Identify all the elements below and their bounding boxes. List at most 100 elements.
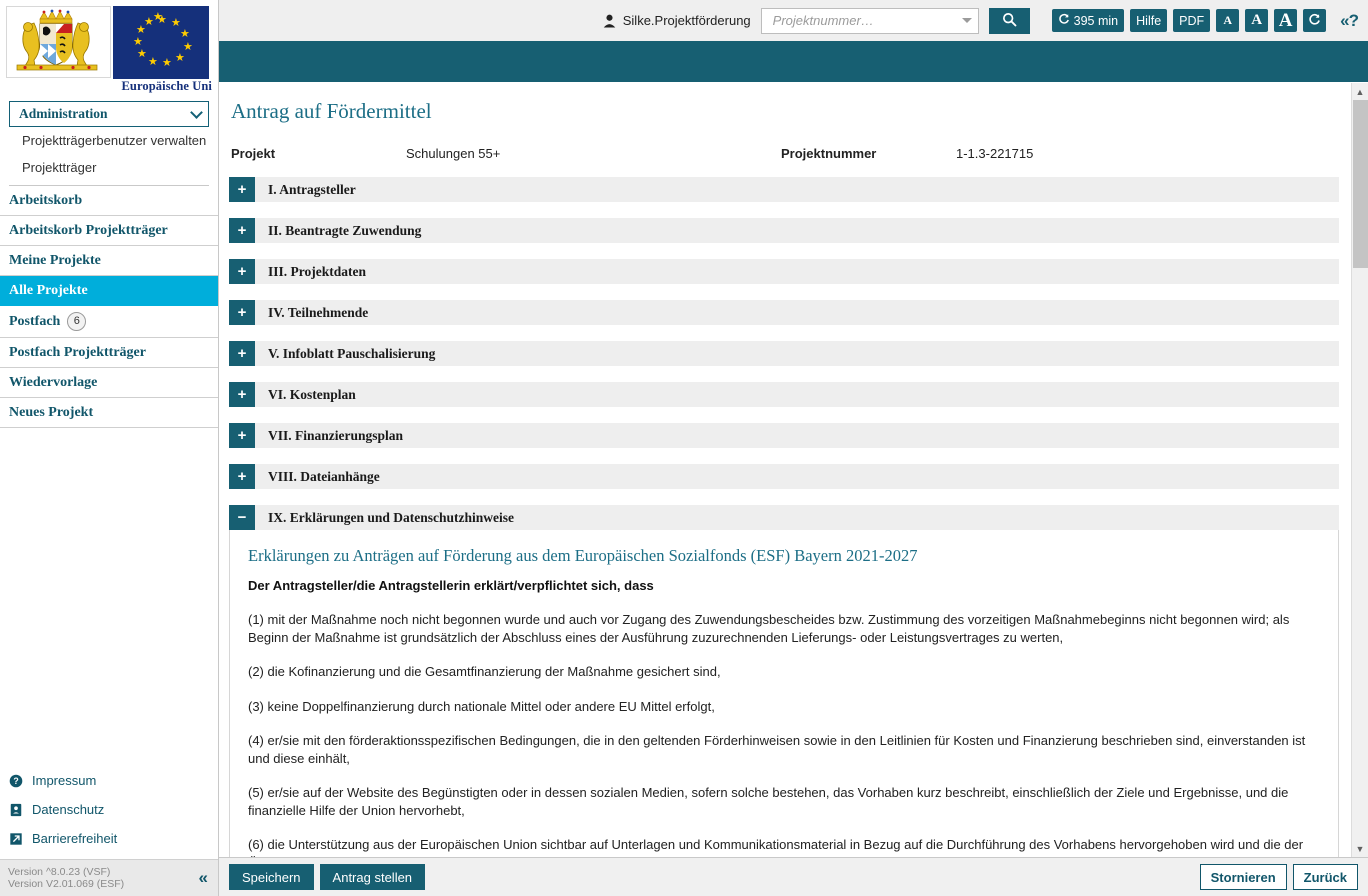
cancel-button[interactable]: Stornieren [1199,864,1287,890]
expand-icon[interactable]: + [229,218,255,243]
expand-icon[interactable]: + [229,259,255,284]
sidebar-item-neues-projekt[interactable]: Neues Projekt [0,398,218,428]
expand-icon[interactable]: + [229,300,255,325]
accordion-section-title: II. Beantragte Zuwendung [268,222,422,238]
eu-caption: Europäische Uni [121,79,212,93]
administration-select[interactable]: Administration [9,101,209,127]
font-size-small-label: A [1223,13,1232,27]
postfach-count-badge: 6 [67,312,87,331]
sidebar-item-label: Alle Projekte [9,283,88,298]
user-menu[interactable]: Silke.Projektförderung [603,13,751,28]
scrollbar-thumb[interactable] [1352,100,1368,268]
pdf-button[interactable]: PDF [1173,9,1211,32]
sidebar-item-arbeitskorb[interactable]: Arbeitskorb [0,186,218,216]
search-button[interactable] [988,7,1030,34]
accordion-section-iii[interactable]: + III. Projektdaten [229,259,1339,284]
sidebar-subitem-projekttraegerbenutzer[interactable]: Projektträgerbenutzer verwalten [0,127,218,154]
scroll-up-arrow-icon[interactable]: ▲ [1351,83,1368,100]
font-size-small-button[interactable]: A [1216,9,1240,32]
sidebar-item-meine-projekte[interactable]: Meine Projekte [0,246,218,276]
content-area: Antrag auf Fördermittel Projekt Schulung… [219,82,1368,857]
accordion-section-ii[interactable]: + II. Beantragte Zuwendung [229,218,1339,243]
reload-button[interactable] [1303,9,1327,32]
collapse-icon[interactable]: − [229,505,255,530]
accordion-section-ix-body: Erklärungen zu Anträgen auf Förderung au… [229,530,1339,857]
svg-text:?: ? [13,776,18,786]
save-button[interactable]: Speichern [229,864,314,890]
projektnummer-value: 1-1.3-221715 [956,146,1034,161]
expand-icon[interactable]: + [229,423,255,448]
declaration-paragraph: (6) die Unterstützung aus der Europäisch… [248,837,1304,857]
help-collapse-icon[interactable]: «? [1340,11,1359,31]
administration-select-label: Administration [19,106,108,121]
expand-icon[interactable]: + [229,464,255,489]
declaration-paragraph: (4) er/sie mit den förderaktionsspezifis… [248,733,1306,766]
search-icon [1002,12,1017,30]
project-meta-row: Projekt Schulungen 55+ Projektnummer 1-1… [229,146,1339,161]
sidebar-item-label: Postfach Projektträger [9,345,146,360]
font-size-medium-button[interactable]: A [1245,9,1269,32]
sidebar-item-label: Wiedervorlage [9,375,98,390]
session-timer-label: 395 min [1073,13,1119,28]
primary-actions: Speichern Antrag stellen [229,864,426,890]
version-text: Version ^8.0.23 (VSF) Version V2.01.069 … [8,866,124,890]
vertical-scrollbar[interactable]: ▲ ▼ [1351,83,1368,857]
accordion-section-title: V. Infoblatt Pauschalisierung [268,345,436,361]
accordion-section-vii[interactable]: + VII. Finanzierungsplan [229,423,1339,448]
id-card-icon [9,803,23,817]
user-icon [603,14,617,28]
sidebar-item-arbeitskorb-projekttraeger[interactable]: Arbeitskorb Projektträger [0,216,218,246]
accordion-section-title: VIII. Dateianhänge [268,468,380,484]
accordion-section-title: IX. Erklärungen und Datenschutzhinweise [268,509,515,525]
accordion-section-v[interactable]: + V. Infoblatt Pauschalisierung [229,341,1339,366]
sidebar-item-wiedervorlage[interactable]: Wiedervorlage [0,368,218,398]
sidebar-collapse-icon[interactable]: « [199,869,208,886]
search-field-wrapper[interactable] [760,7,979,34]
sidebar-item-label: Arbeitskorb [9,193,83,208]
submit-application-button[interactable]: Antrag stellen [319,864,426,890]
accordion-section-ix[interactable]: − IX. Erklärungen und Datenschutzhinweis… [229,505,1339,530]
expand-icon[interactable]: + [229,177,255,202]
declaration-paragraph: (1) mit der Maßnahme noch nicht begonnen… [248,612,1290,645]
search-input[interactable] [770,8,958,33]
secondary-actions: Stornieren Zurück [1199,864,1358,890]
expand-icon[interactable]: + [229,382,255,407]
sidebar-item-postfach-projekttraeger[interactable]: Postfach Projektträger [0,338,218,368]
session-timer-button[interactable]: 395 min [1051,9,1125,32]
scroll-down-arrow-icon[interactable]: ▼ [1351,840,1368,857]
expand-icon[interactable]: + [229,341,255,366]
scrollbar-track[interactable] [1352,100,1368,840]
sidebar-subitem-projekttraeger[interactable]: Projektträger [0,154,218,181]
main-area: Silke.Projektförderung 395 min Hilfe [219,0,1368,896]
version-line-esf: Version V2.01.069 (ESF) [8,878,125,890]
accordion-section-i[interactable]: + I. Antragsteller [229,177,1339,202]
back-button[interactable]: Zurück [1292,864,1358,890]
accordion-section-vi[interactable]: + VI. Kostenplan [229,382,1339,407]
chevron-down-icon [190,105,203,119]
accordion-section-title: I. Antragsteller [268,181,356,197]
accordion-section-iv[interactable]: + IV. Teilnehmende [229,300,1339,325]
accordion-section-viii[interactable]: + VIII. Dateianhänge [229,464,1339,489]
refresh-icon [1308,13,1321,29]
help-button[interactable]: Hilfe [1130,9,1168,32]
bavaria-coat-of-arms-icon [6,6,111,78]
sidebar-item-postfach[interactable]: Postfach 6 [0,306,218,338]
font-size-large-button[interactable]: A [1274,9,1298,32]
sidebar-item-label: Meine Projekte [9,253,101,268]
sidebar-item-alle-projekte[interactable]: Alle Projekte [0,276,218,306]
eu-flag-icon: ★ ★ ★ ★ ★ ★ ★ ★ ★ ★ ★ ★ [113,6,209,79]
footer-link-barrierefreiheit[interactable]: Barrierefreiheit [0,824,218,853]
accordion-section-title: VI. Kostenplan [268,386,356,402]
chevron-down-icon[interactable] [961,18,972,23]
font-size-medium-label: A [1251,12,1263,28]
refresh-icon [1058,13,1070,28]
sidebar-item-label: Postfach [9,314,61,329]
user-name: Silke.Projektförderung [622,13,751,28]
sidebar: ★ ★ ★ ★ ★ ★ ★ ★ ★ ★ ★ ★ Europäische Uni … [0,0,219,896]
footer-link-label: Datenschutz [32,802,105,817]
sidebar-footer-links: ? Impressum Datenschutz Barrierefreiheit [0,766,218,859]
footer-link-impressum[interactable]: ? Impressum [0,766,218,795]
footer-link-datenschutz[interactable]: Datenschutz [0,795,218,824]
application-accordion: + I. Antragsteller + II. Beantragte Zuwe… [229,177,1339,857]
